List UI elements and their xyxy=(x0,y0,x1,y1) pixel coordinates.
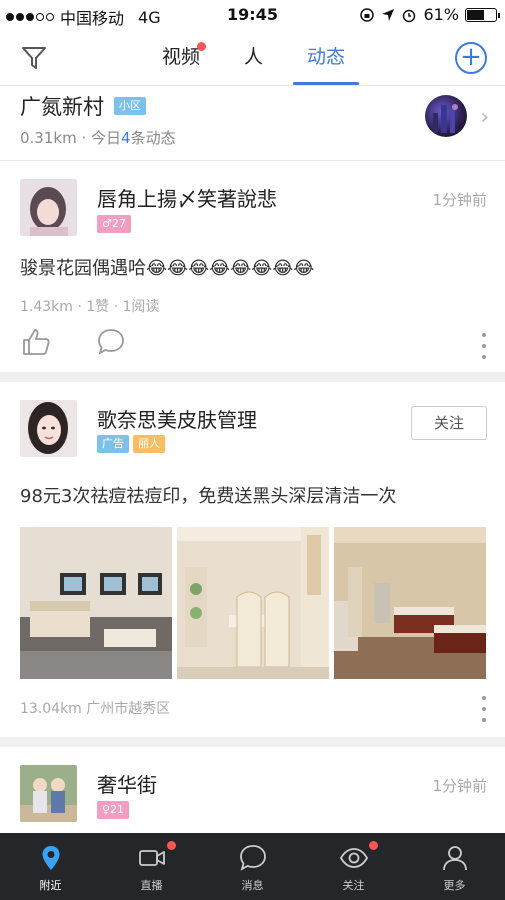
post-card[interactable]: 奢华街 1分钟前 ♀21 xyxy=(0,747,505,833)
status-bar: 中国移动 4G 19:45 61% xyxy=(0,0,505,30)
bottom-tab-nearby-label: 附近 xyxy=(39,879,62,892)
add-button[interactable]: + xyxy=(455,42,487,74)
bottom-tab-following[interactable]: 关注 xyxy=(303,833,404,900)
alarm-icon xyxy=(403,9,416,22)
gender-age-badge: ♂27 xyxy=(97,215,131,233)
community-today-count: 4 xyxy=(121,129,131,147)
post-footer: 13.04km 广州市越秀区 xyxy=(20,701,171,717)
post-photo[interactable] xyxy=(20,527,172,679)
community-thumbnail xyxy=(425,95,467,137)
community-tag: 小区 xyxy=(114,97,146,115)
battery-icon xyxy=(465,7,500,22)
bottom-tab-following-label: 关注 xyxy=(342,879,365,892)
post-photo[interactable] xyxy=(177,527,329,679)
ad-tag: 广告 xyxy=(97,435,129,453)
bottom-tab-more-label: 更多 xyxy=(443,879,466,892)
battery-percent: 61% xyxy=(423,5,459,24)
bottom-tab-more[interactable]: 更多 xyxy=(404,833,505,900)
tab-video[interactable]: 视频 xyxy=(140,42,222,72)
bottom-tab-bar: 附近 直播 消息 关注 更多 xyxy=(0,833,505,900)
post-photo[interactable] xyxy=(334,527,486,679)
post-author[interactable]: 唇角上揚〆笑著說悲 xyxy=(97,183,277,212)
post-time: 1分钟前 xyxy=(432,191,487,209)
follow-button[interactable]: 关注 xyxy=(411,406,487,440)
person-icon xyxy=(442,846,467,871)
post-author[interactable]: 奢华街 xyxy=(97,769,157,798)
post-card[interactable]: 歌奈思美皮肤管理 关注 广告 丽人 98元3次祛痘祛痘印，免费送黑头深层清洁一次 xyxy=(0,382,505,737)
chevron-right-icon: › xyxy=(480,105,489,130)
bottom-tab-messages-label: 消息 xyxy=(241,879,264,892)
tab-people-label: 人 xyxy=(244,46,264,68)
gender-age-badge: ♀21 xyxy=(97,801,130,819)
community-meta: 0.31km · 今日4条动态 xyxy=(20,127,176,148)
plus-icon: + xyxy=(460,42,482,72)
tab-video-label: 视频 xyxy=(162,46,201,68)
post-card[interactable]: 唇角上揚〆笑著說悲 1分钟前 ♂27 骏景花园偶遇哈😂😂😂😂😂😂😂😂 1.43k… xyxy=(0,162,505,372)
avatar[interactable] xyxy=(20,400,77,457)
bottom-tab-nearby[interactable]: 附近 xyxy=(0,833,101,900)
post-footer: 1.43km · 1赞 · 1阅读 xyxy=(20,299,160,315)
filter-icon[interactable] xyxy=(20,44,48,72)
community-distance: 0.31km xyxy=(20,129,77,147)
community-name: 广氮新村 xyxy=(20,95,104,119)
bottom-tab-following-badge xyxy=(369,841,378,850)
eye-icon xyxy=(339,848,368,868)
tab-people[interactable]: 人 xyxy=(222,42,285,72)
post-badges: ♂27 xyxy=(97,215,131,233)
more-options-icon[interactable] xyxy=(481,333,487,359)
post-body: 骏景花园偶遇哈😂😂😂😂😂😂😂😂 xyxy=(20,254,314,280)
location-arrow-icon xyxy=(382,8,395,21)
post-text: 骏景花园偶遇哈 xyxy=(20,258,146,279)
community-today-suffix: 条动态 xyxy=(130,129,176,147)
chat-bubble-icon xyxy=(239,845,266,871)
community-today-prefix: · 今日 xyxy=(81,129,122,147)
category-tag: 丽人 xyxy=(133,435,165,453)
community-row[interactable]: 广氮新村 小区 0.31km · 今日4条动态 › xyxy=(0,87,505,161)
comment-icon[interactable] xyxy=(95,326,127,358)
avatar[interactable] xyxy=(20,765,77,822)
location-pin-icon xyxy=(42,846,59,870)
bottom-tab-live[interactable]: 直播 xyxy=(101,833,202,900)
section-divider xyxy=(0,737,505,747)
tab-bar: 视频 人 动态 xyxy=(140,42,367,85)
avatar[interactable] xyxy=(20,179,77,236)
post-badges: ♀21 xyxy=(97,801,130,819)
lock-rotation-icon xyxy=(360,7,375,22)
section-divider xyxy=(0,372,505,382)
post-emoji: 😂😂😂😂😂😂😂😂 xyxy=(146,258,315,279)
bottom-tab-live-badge xyxy=(167,841,176,850)
bottom-tab-live-label: 直播 xyxy=(140,879,163,892)
post-body: 98元3次祛痘祛痘印，免费送黑头深层清洁一次 xyxy=(20,486,397,507)
bottom-tab-messages[interactable]: 消息 xyxy=(202,833,303,900)
tab-video-badge xyxy=(197,42,207,51)
post-badges: 广告 丽人 xyxy=(97,435,165,453)
video-camera-icon xyxy=(138,850,165,866)
top-nav: 视频 人 动态 + xyxy=(0,30,505,86)
more-options-icon[interactable] xyxy=(481,696,487,722)
post-author[interactable]: 歌奈思美皮肤管理 xyxy=(97,404,257,433)
post-time: 1分钟前 xyxy=(432,777,487,795)
like-icon[interactable] xyxy=(20,326,52,358)
tab-feed-label: 动态 xyxy=(307,46,346,68)
tab-feed[interactable]: 动态 xyxy=(285,42,367,85)
